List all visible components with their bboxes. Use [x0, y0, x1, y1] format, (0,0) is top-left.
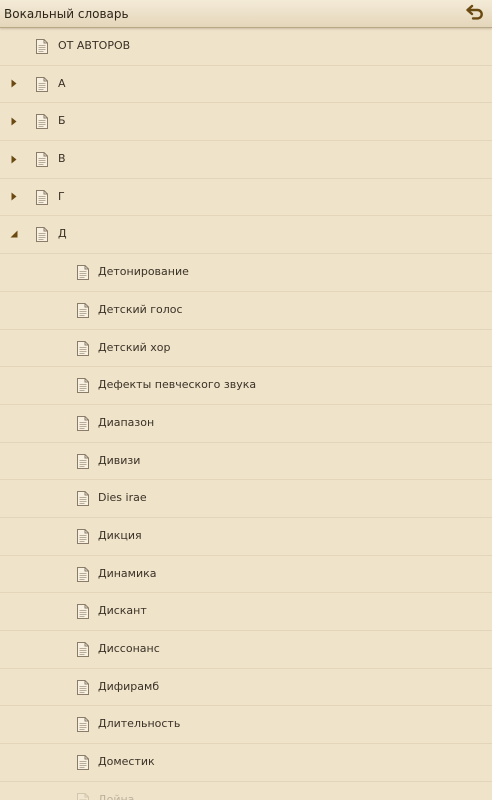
document-icon	[77, 566, 89, 582]
tree-subitem[interactable]: Диапазон	[0, 405, 492, 443]
expand-arrow-icon[interactable]	[9, 192, 19, 202]
tree-subitem-label: Дойна	[98, 792, 135, 800]
document-icon	[77, 453, 89, 469]
document-icon	[77, 717, 89, 733]
tree-subitem[interactable]: Дискант	[0, 593, 492, 631]
tree-subitem[interactable]: Дойна	[0, 782, 492, 800]
tree-item-label: Д	[58, 227, 67, 241]
title-bar: Вокальный словарь	[0, 0, 492, 28]
tree-subitem[interactable]: Детский голос	[0, 292, 492, 330]
document-icon	[77, 528, 89, 544]
tree-subitem-label: Дивизи	[98, 453, 141, 467]
document-icon	[36, 189, 48, 205]
app-window: Вокальный словарь ОТ АВТОРОВ А Б В Г Д Д…	[0, 0, 492, 800]
tree-subitem-label: Длительность	[98, 717, 181, 731]
back-button[interactable]	[458, 0, 492, 28]
document-icon	[36, 227, 48, 243]
document-icon	[77, 642, 89, 657]
tree-subitem[interactable]: Dies irae	[0, 480, 492, 518]
tree-item-label: В	[58, 152, 66, 166]
tree-item-letter-a[interactable]: А	[0, 66, 492, 104]
tree-subitem[interactable]: Динамика	[0, 556, 492, 594]
tree-subitem[interactable]: Детский хор	[0, 330, 492, 368]
expand-arrow-icon[interactable]	[9, 79, 19, 89]
tree-subitem-label: Дефекты певческого звука	[98, 378, 257, 392]
tree-subitem-label: Динамика	[98, 566, 157, 580]
tree-subitem[interactable]: Дефекты певческого звука	[0, 367, 492, 405]
tree-subitem[interactable]: Диссонанс	[0, 631, 492, 669]
document-icon	[36, 152, 48, 168]
tree-subitem-label: Детский хор	[98, 340, 171, 354]
tree-item-label: Б	[58, 114, 66, 128]
dictionary-tree: ОТ АВТОРОВ А Б В Г Д Детонирование Детск…	[0, 28, 492, 800]
document-icon	[36, 76, 48, 92]
tree-item-letter-g[interactable]: Г	[0, 179, 492, 217]
tree-subitem-label: Дикция	[98, 528, 142, 542]
document-icon	[77, 340, 89, 356]
app-title: Вокальный словарь	[4, 7, 129, 21]
tree-subitem-label: Диапазон	[98, 415, 155, 429]
document-icon	[77, 604, 89, 620]
tree-subitem-label: Детонирование	[98, 265, 189, 279]
tree-item-letter-v[interactable]: В	[0, 141, 492, 179]
expand-arrow-icon[interactable]	[9, 116, 19, 126]
tree-subitem[interactable]: Длительность	[0, 706, 492, 745]
document-icon	[77, 302, 89, 318]
tree-item-label: Г	[58, 189, 65, 203]
tree-item-ot-avtorov[interactable]: ОТ АВТОРОВ	[0, 28, 492, 66]
collapse-arrow-icon[interactable]	[9, 229, 19, 239]
tree-subitem[interactable]: Доместик	[0, 744, 492, 782]
document-icon	[77, 378, 89, 394]
document-icon	[77, 679, 89, 695]
document-icon	[77, 415, 89, 431]
tree-subitem-label: Дискант	[98, 604, 147, 618]
document-icon	[36, 114, 48, 130]
tree-subitem-label: Диссонанс	[98, 642, 160, 655]
document-icon	[77, 792, 89, 800]
document-icon	[36, 39, 48, 54]
tree-subitem-label: Детский голос	[98, 302, 183, 316]
tree-item-label: ОТ АВТОРОВ	[58, 39, 131, 52]
tree-subitem-label: Dies irae	[98, 491, 147, 505]
tree-subitem-label: Дифирамб	[98, 679, 160, 693]
document-icon	[77, 491, 89, 507]
tree-subitem[interactable]: Детонирование	[0, 254, 492, 292]
tree-subitem-label: Доместик	[98, 755, 155, 769]
document-icon	[77, 755, 89, 771]
tree-item-letter-b[interactable]: Б	[0, 103, 492, 142]
tree-subitem[interactable]: Дифирамб	[0, 669, 492, 707]
document-icon	[77, 265, 89, 281]
undo-arrow-icon	[466, 4, 484, 24]
tree-item-label: А	[58, 76, 66, 90]
expand-arrow-icon[interactable]	[9, 154, 19, 164]
tree-subitem[interactable]: Дивизи	[0, 443, 492, 481]
tree-subitem[interactable]: Дикция	[0, 518, 492, 556]
tree-item-letter-d[interactable]: Д	[0, 216, 492, 255]
